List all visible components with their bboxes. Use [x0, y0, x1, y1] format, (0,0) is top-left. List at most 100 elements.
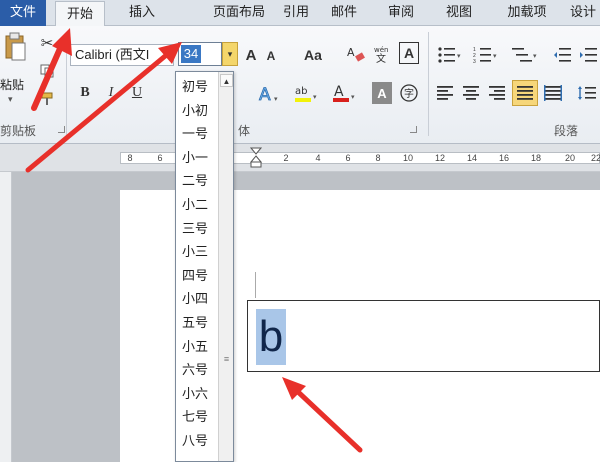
tab-mailings[interactable]: 邮件: [326, 0, 362, 26]
italic-button[interactable]: I: [102, 82, 120, 104]
svg-text:wén: wén: [374, 46, 388, 54]
font-size-option[interactable]: 二号: [176, 170, 219, 193]
font-size-option[interactable]: 五号: [176, 312, 219, 335]
ruler-tick-label: 22: [590, 153, 600, 163]
font-launcher-icon[interactable]: [410, 126, 417, 133]
justify-icon[interactable]: [512, 80, 538, 106]
horizontal-ruler[interactable]: 862246810121416182022: [0, 144, 600, 172]
tab-page-layout[interactable]: 页面布局: [205, 0, 273, 26]
bold-button[interactable]: B: [76, 82, 94, 104]
enclose-character-icon[interactable]: 字: [398, 82, 420, 104]
scroll-up-icon[interactable]: ▲: [220, 74, 233, 87]
font-group-label: 体: [238, 124, 251, 138]
font-size-box[interactable]: 34: [178, 42, 222, 66]
tab-home[interactable]: 开始: [55, 1, 105, 27]
ruler-tick-label: 20: [564, 153, 575, 163]
tab-file[interactable]: 文件: [0, 0, 46, 26]
align-left-icon[interactable]: [434, 82, 456, 104]
font-size-value[interactable]: 34: [181, 45, 201, 63]
font-size-option[interactable]: 小三: [176, 241, 219, 264]
tab-view[interactable]: 视图: [441, 0, 477, 26]
change-case-button[interactable]: Aa: [300, 44, 326, 66]
highlight-color-icon[interactable]: ab ▾: [292, 80, 322, 106]
svg-text:A: A: [259, 85, 271, 105]
font-size-option[interactable]: 七号: [176, 406, 219, 429]
font-name-dropdown-icon[interactable]: ▾: [166, 45, 171, 65]
ruler-tick-label: 2: [283, 153, 289, 163]
svg-text:字: 字: [404, 87, 414, 100]
ruler-tick-label: 10: [402, 153, 413, 163]
margin-guide: [255, 272, 256, 298]
increase-indent-icon[interactable]: [578, 44, 600, 66]
tab-references[interactable]: 引用: [278, 0, 314, 26]
ruler-tick-label: 14: [466, 153, 477, 163]
dropdown-scrollbar[interactable]: ▲ ≡: [218, 72, 233, 461]
paste-button-label[interactable]: 粘贴: [0, 76, 24, 93]
format-painter-icon[interactable]: [38, 90, 56, 108]
scroll-thumb[interactable]: ≡: [220, 352, 233, 366]
font-size-option[interactable]: 三号: [176, 218, 219, 241]
ribbon: 粘贴 ▾ ✂ 剪贴板 Calibri (西文I ▾ 34 ▾ A A Aa A …: [0, 26, 600, 144]
paragraph-group-label: 段落: [554, 124, 579, 138]
svg-text:A: A: [334, 84, 344, 100]
font-size-option[interactable]: 四号: [176, 265, 219, 288]
font-size-option[interactable]: 初号: [176, 76, 219, 99]
copy-icon[interactable]: [38, 62, 56, 80]
font-size-option[interactable]: 六号: [176, 359, 219, 382]
cut-icon[interactable]: ✂: [38, 34, 56, 52]
grow-font-button[interactable]: A: [242, 44, 260, 66]
tab-review[interactable]: 审阅: [383, 0, 419, 26]
svg-text:A: A: [347, 46, 355, 59]
phonetic-guide-icon[interactable]: wén 文: [372, 42, 394, 66]
align-right-icon[interactable]: [486, 82, 508, 104]
character-shading-icon[interactable]: A: [372, 82, 392, 104]
paste-icon[interactable]: [2, 30, 28, 64]
character-border-icon[interactable]: A: [399, 42, 419, 64]
font-size-option[interactable]: 小六: [176, 383, 219, 406]
decrease-indent-icon[interactable]: [552, 44, 574, 66]
font-size-option[interactable]: 小一: [176, 147, 219, 170]
ruler-tick-label: 6: [345, 153, 351, 163]
underline-button[interactable]: U: [128, 82, 146, 104]
font-size-option[interactable]: 小四: [176, 288, 219, 311]
font-name-box[interactable]: Calibri (西文I ▾: [70, 44, 174, 66]
indent-marker-icon[interactable]: [249, 147, 263, 169]
line-spacing-icon[interactable]: [576, 82, 598, 104]
ruler-tick-label: 6: [157, 153, 163, 163]
ruler-tick-label: 8: [375, 153, 381, 163]
svg-text:▾: ▾: [457, 53, 461, 60]
svg-text:▾: ▾: [313, 94, 317, 101]
multilevel-list-icon[interactable]: ▾: [510, 44, 540, 66]
clipboard-group-label: 剪贴板: [0, 124, 37, 138]
font-size-option[interactable]: 小五: [176, 336, 219, 359]
align-center-icon[interactable]: [460, 82, 482, 104]
paste-dropdown-icon[interactable]: ▾: [8, 94, 13, 105]
font-name-value: Calibri (西文I: [75, 47, 150, 62]
selected-text[interactable]: b: [256, 309, 286, 365]
tab-insert[interactable]: 插入: [122, 0, 162, 26]
tab-design[interactable]: 设计: [566, 0, 600, 26]
font-size-option[interactable]: 八号: [176, 430, 219, 453]
shrink-font-button[interactable]: A: [262, 46, 280, 66]
text-effects-icon[interactable]: A ▾: [256, 82, 284, 106]
svg-text:ab: ab: [295, 86, 307, 97]
svg-text:3: 3: [473, 59, 476, 64]
clear-format-icon[interactable]: A: [345, 42, 367, 66]
font-size-option[interactable]: 小二: [176, 194, 219, 217]
font-size-dropdown-icon[interactable]: ▾: [222, 42, 238, 66]
group-separator: [428, 32, 429, 136]
clipboard-launcher-icon[interactable]: [58, 126, 65, 133]
ruler-tick-label: 4: [315, 153, 321, 163]
font-size-dropdown-list[interactable]: 初号 小初 一号 小一 二号 小二 三号 小三 四号 小四 五号 小五 六号 小六 七号 八号 ▲ ≡: [175, 71, 234, 462]
ruler-tick-label: 8: [127, 153, 133, 163]
font-color-icon[interactable]: A ▾: [330, 80, 360, 106]
font-size-option[interactable]: 一号: [176, 123, 219, 146]
numbering-icon[interactable]: 1 2 3 ▾: [472, 44, 500, 66]
text-box[interactable]: b: [247, 300, 600, 372]
font-size-option[interactable]: 小初: [176, 100, 219, 123]
group-separator: [66, 32, 67, 136]
tab-addins[interactable]: 加载项: [500, 0, 554, 26]
distributed-align-icon[interactable]: [542, 82, 564, 104]
ruler-tick-label: 18: [530, 153, 541, 163]
bullets-icon[interactable]: ▾: [436, 44, 464, 66]
